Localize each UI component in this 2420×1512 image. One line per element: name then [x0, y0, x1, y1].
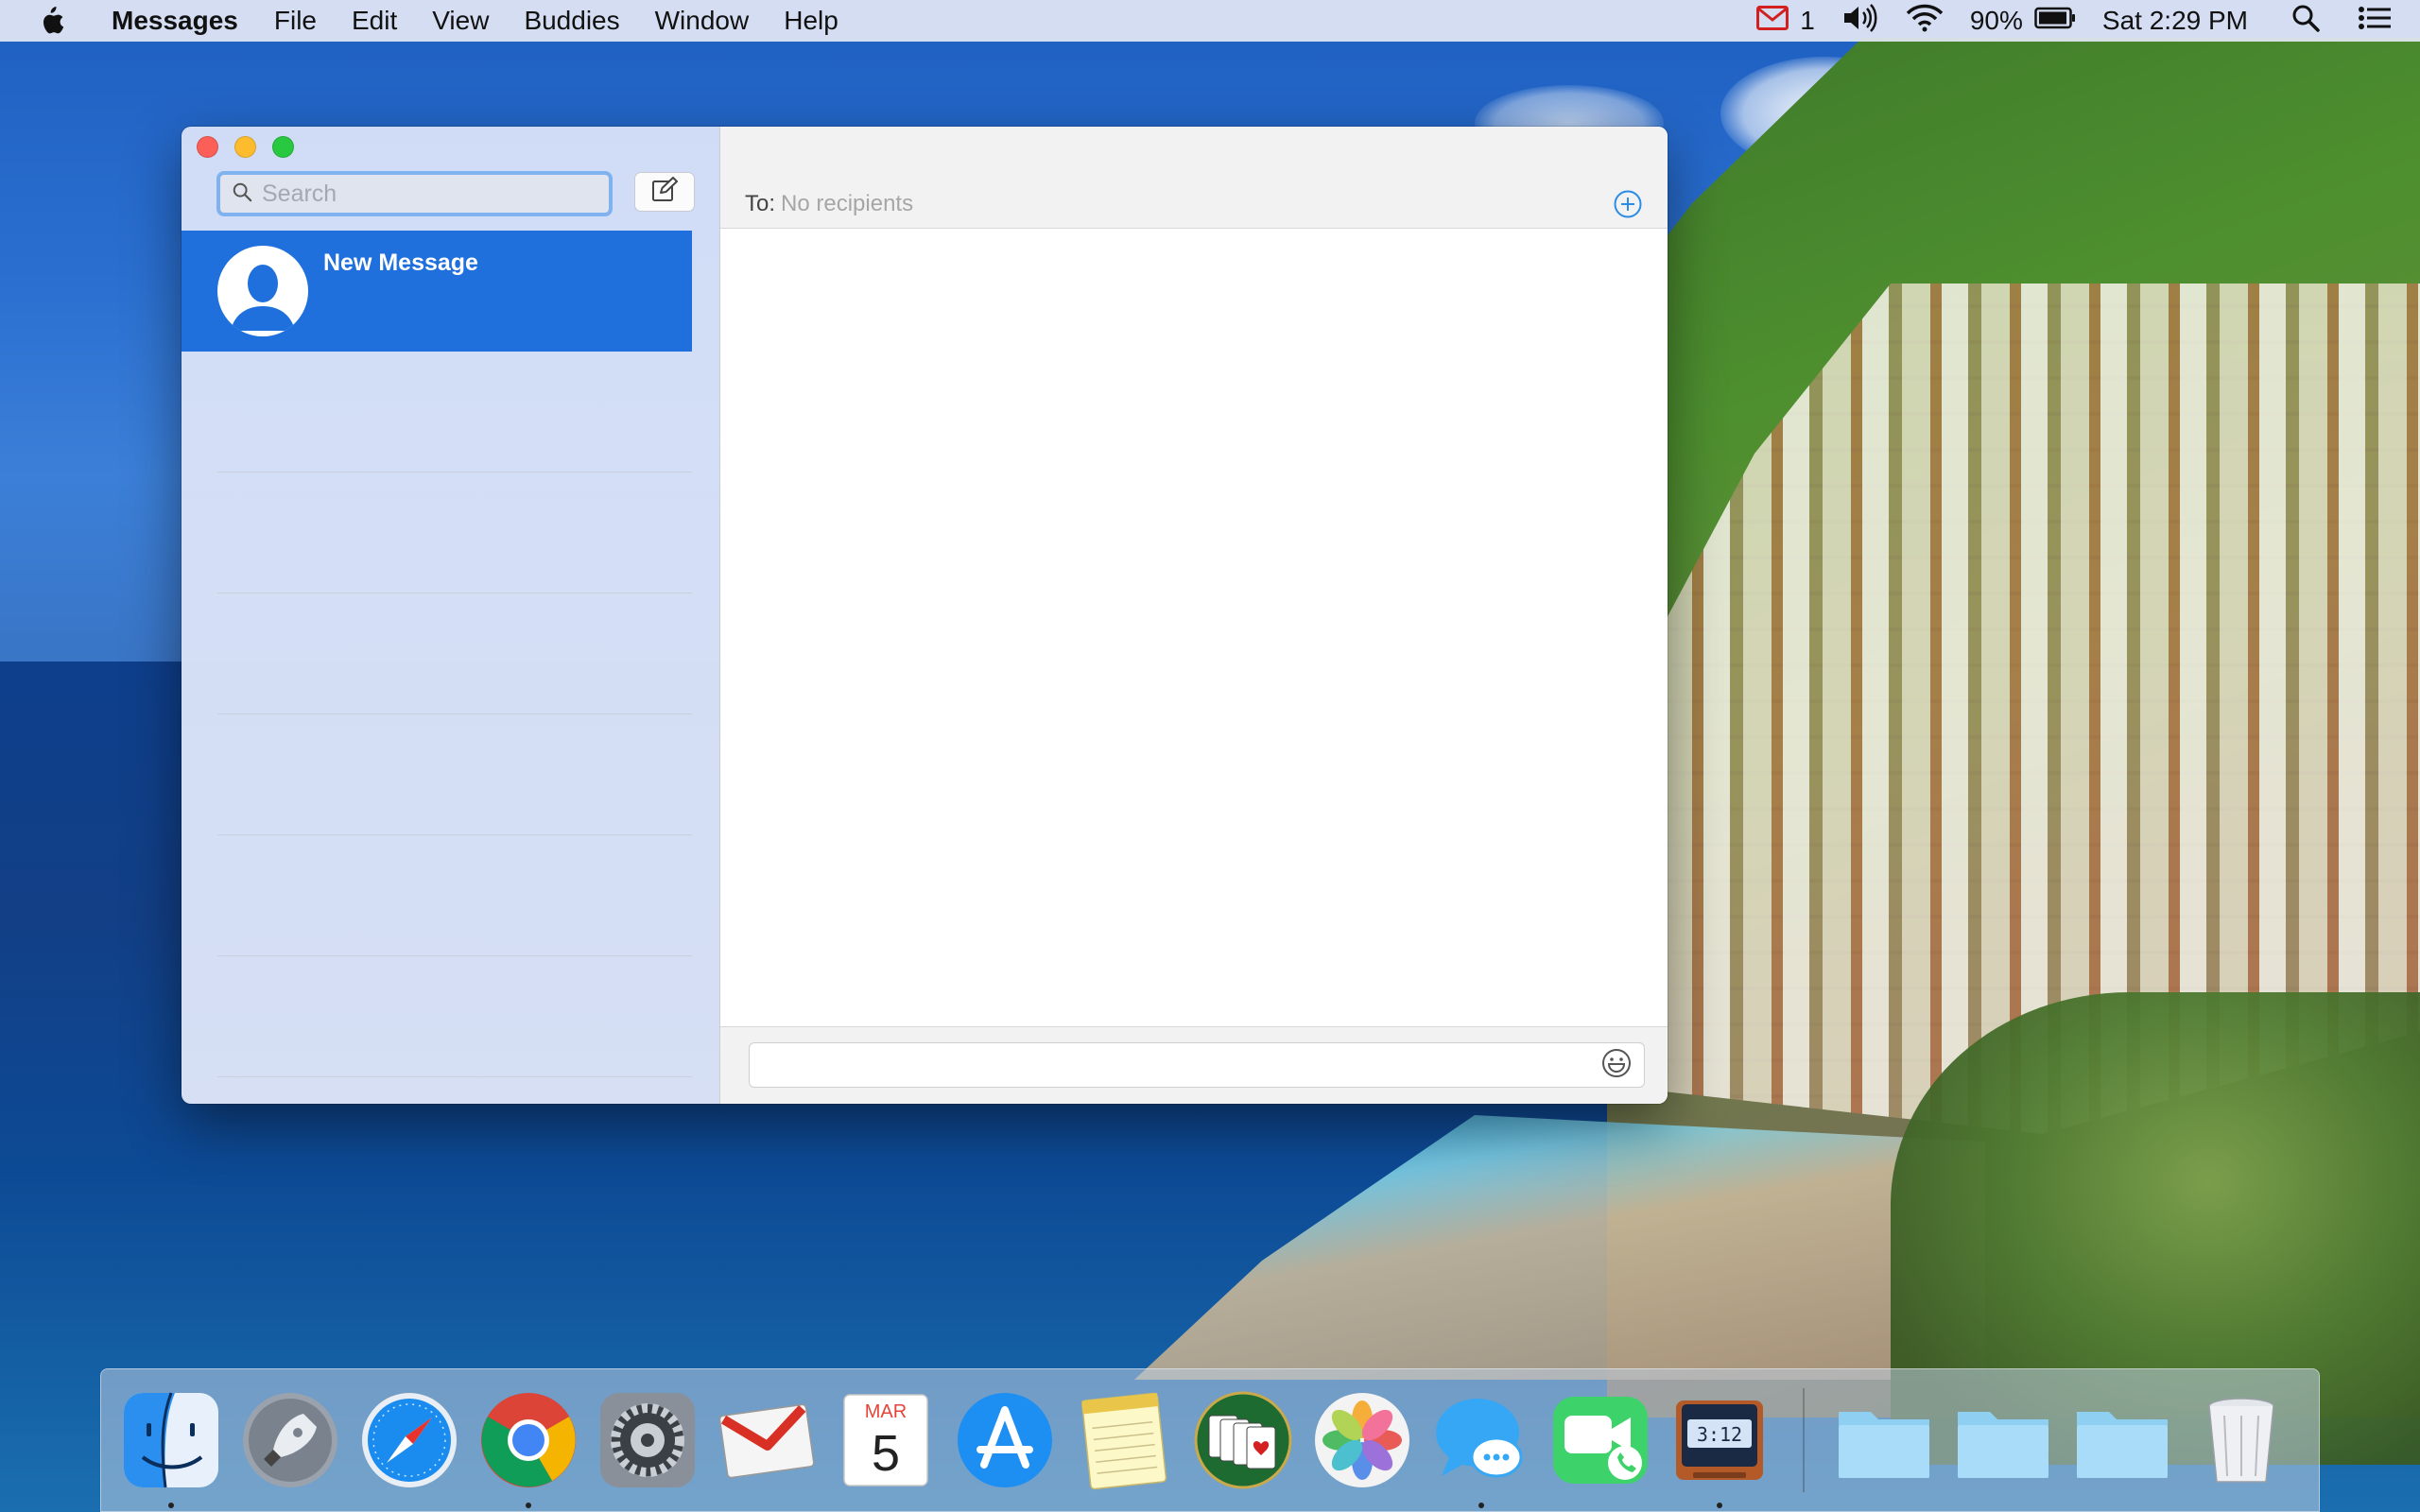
- mail-envelope-icon: [718, 1403, 815, 1479]
- window-controls: [197, 136, 294, 158]
- dock-safari[interactable]: [356, 1387, 462, 1493]
- menu-help[interactable]: Help: [784, 6, 838, 36]
- list-divider: [217, 593, 692, 714]
- dock-trash[interactable]: [2188, 1387, 2294, 1493]
- facetime-icon: [1553, 1397, 1648, 1484]
- dock-notes[interactable]: [1071, 1387, 1177, 1493]
- menu-view[interactable]: View: [432, 6, 489, 36]
- running-indicator: [526, 1503, 531, 1508]
- dock-folder-3[interactable]: [2069, 1387, 2175, 1493]
- mail-status[interactable]: 1: [1756, 5, 1815, 37]
- dock-solitaire[interactable]: [1190, 1387, 1296, 1493]
- dock-folder-2[interactable]: [1950, 1387, 2056, 1493]
- folder-icon: [1958, 1412, 2048, 1478]
- menu-bar: Messages File Edit View Buddies Window H…: [0, 0, 2420, 42]
- running-indicator: [1478, 1503, 1484, 1508]
- status-area: 1 90% Sat 2:29 PM: [1730, 3, 2392, 39]
- dock-chrome[interactable]: [475, 1387, 581, 1508]
- search-input[interactable]: [262, 180, 602, 208]
- dock-facetime[interactable]: [1547, 1387, 1653, 1493]
- calendar-day: 5: [872, 1425, 900, 1482]
- dock-folder-1[interactable]: [1831, 1387, 1937, 1493]
- list-divider: [217, 835, 692, 956]
- messages-icon: [1436, 1399, 1523, 1478]
- battery-percent: 90%: [1969, 6, 2023, 35]
- dock-app-store[interactable]: [952, 1387, 1058, 1493]
- search-icon: [232, 181, 252, 207]
- photos-icon: [1315, 1393, 1409, 1487]
- avatar: [217, 246, 308, 336]
- folder-icon: [1839, 1412, 1929, 1478]
- zoom-button[interactable]: [272, 136, 294, 158]
- launchpad-icon: [243, 1393, 337, 1487]
- dock-clock[interactable]: 3:12: [1667, 1387, 1772, 1508]
- menu-edit[interactable]: Edit: [352, 6, 397, 36]
- message-field[interactable]: [749, 1042, 1645, 1088]
- search-field[interactable]: [216, 171, 613, 216]
- spotlight-icon[interactable]: [2291, 4, 2320, 39]
- folder-icon: [2077, 1412, 2168, 1478]
- apple-icon[interactable]: [38, 5, 64, 37]
- dock-calendar[interactable]: MAR 5: [833, 1387, 939, 1493]
- dock-system-preferences[interactable]: [595, 1387, 700, 1493]
- dock: MAR 5 3:12: [100, 1368, 2320, 1512]
- person-silhouette-icon: [219, 248, 306, 335]
- finder-icon: [124, 1392, 218, 1488]
- volume-icon[interactable]: [1841, 3, 1879, 39]
- messages-window: New Message To:: [182, 127, 1668, 1104]
- running-indicator: [168, 1503, 174, 1508]
- add-recipient-icon[interactable]: [1613, 189, 1643, 219]
- gear-icon: [600, 1393, 695, 1487]
- menu-buddies[interactable]: Buddies: [524, 6, 619, 36]
- list-divider: [217, 714, 692, 835]
- dock-separator: [1803, 1388, 1805, 1492]
- menu-window[interactable]: Window: [655, 6, 750, 36]
- safari-icon: [362, 1393, 457, 1487]
- app-store-icon: [958, 1393, 1052, 1487]
- recipient-bar: To:: [720, 127, 1668, 229]
- message-input[interactable]: [761, 1052, 1600, 1078]
- notification-center-icon[interactable]: [2358, 6, 2392, 37]
- dock-finder[interactable]: [118, 1387, 224, 1508]
- battery-icon[interactable]: [2034, 6, 2076, 36]
- conversation-area: [720, 229, 1668, 1026]
- clock[interactable]: Sat 2:29 PM: [2102, 6, 2248, 36]
- calendar-month: MAR: [865, 1401, 907, 1422]
- clock-time: 3:12: [1697, 1423, 1742, 1446]
- menu-app-name[interactable]: Messages: [112, 6, 238, 36]
- close-button[interactable]: [197, 136, 218, 158]
- list-divider: [217, 956, 692, 1077]
- dock-photos[interactable]: [1309, 1387, 1415, 1493]
- minimize-button[interactable]: [234, 136, 256, 158]
- playing-cards-icon: [1194, 1391, 1292, 1489]
- wifi-icon[interactable]: [1906, 4, 1944, 39]
- notes-icon: [1081, 1392, 1167, 1490]
- recipient-input[interactable]: [781, 190, 1613, 217]
- dock-launchpad[interactable]: [237, 1387, 343, 1493]
- calendar-icon: MAR 5: [843, 1394, 928, 1486]
- chrome-icon: [481, 1393, 576, 1487]
- to-label: To:: [745, 190, 776, 216]
- emoji-icon[interactable]: [1600, 1047, 1633, 1084]
- list-divider: [217, 472, 692, 593]
- mail-icon: [1756, 5, 1789, 37]
- dock-messages[interactable]: [1428, 1387, 1534, 1508]
- conversation-list: New Message: [182, 231, 692, 1077]
- running-indicator: [1717, 1503, 1722, 1508]
- trash-icon: [2208, 1398, 2274, 1483]
- sidebar: New Message: [182, 127, 720, 1104]
- digital-clock-icon: 3:12: [1676, 1400, 1763, 1480]
- dock-mail[interactable]: [714, 1387, 820, 1493]
- compose-bar: [720, 1026, 1668, 1104]
- menu-file[interactable]: File: [274, 6, 317, 36]
- message-pane: To:: [720, 127, 1668, 1104]
- conversation-item-new-message[interactable]: New Message: [182, 231, 692, 352]
- compose-button[interactable]: [634, 172, 695, 212]
- conversation-name: New Message: [323, 249, 478, 276]
- compose-icon: [651, 176, 678, 208]
- list-divider: [217, 352, 692, 472]
- mail-count: 1: [1800, 6, 1815, 35]
